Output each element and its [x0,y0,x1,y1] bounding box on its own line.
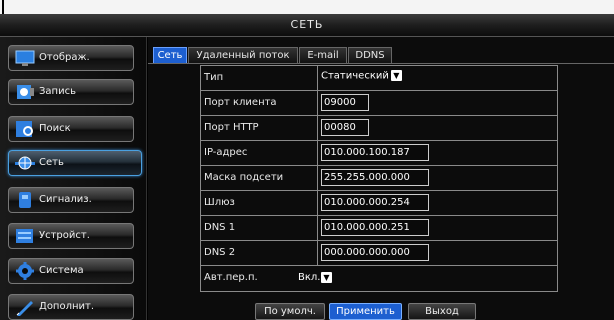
type-select[interactable]: Статический ▼ [321,70,402,82]
top-strip-notch [2,0,4,14]
auto-select-value[interactable]: Вкл. [298,272,320,283]
sidebar-item-label: Устройст. [39,230,90,241]
top-strip [0,0,614,14]
row-divider [317,191,318,215]
sidebar-item-display[interactable]: Отображ. [8,45,134,71]
chevron-down-icon[interactable]: ▼ [390,70,402,81]
form-row-dns2: DNS 2 000.000.000.000 [201,241,557,266]
title-bar: СЕТЬ [0,14,614,37]
exit-button[interactable]: Выход [408,303,476,320]
advanced-pen-icon [16,301,33,316]
row-divider [317,116,318,140]
sidebar-item-label: Запись [39,86,76,97]
subnet-mask-label: Маска подсети [204,172,284,183]
tab-remote-stream[interactable]: Удаленный поток [188,47,298,63]
system-gear-icon [16,262,34,280]
sidebar-item-label: Дополнит. [39,301,95,312]
dns2-label: DNS 2 [204,247,236,258]
row-divider [317,141,318,165]
network-settings-panel: Сеть Удаленный поток E-mail DDNS Тип Ста… [148,37,614,320]
sidebar-item-search[interactable]: Поиск [8,116,134,142]
dns2-input[interactable]: 000.000.000.000 [321,244,429,261]
row-divider [317,241,318,265]
http-port-input[interactable]: 00080 [321,119,369,136]
subnet-mask-input[interactable]: 255.255.000.000 [321,169,429,186]
sidebar-item-label: Система [39,265,84,276]
sidebar-item-device[interactable]: Устройст. [8,223,134,249]
window-title: СЕТЬ [290,18,324,31]
sidebar-item-label: Сигнализ. [39,194,92,205]
form-row-mask: Маска подсети 255.255.000.000 [201,166,557,191]
ip-label: IP-адрес [204,147,248,158]
monitor-icon [15,50,35,66]
sidebar-item-alarm[interactable]: Сигнализ. [8,187,134,213]
default-button[interactable]: По умолч. [255,303,325,320]
row-divider [317,91,318,115]
sidebar-item-system[interactable]: Система [8,258,134,284]
form-row-client-port: Порт клиента 09000 [201,91,557,116]
auto-label: Авт.пер.п. [204,272,258,283]
chevron-down-icon[interactable]: ▼ [321,272,332,283]
search-icon [16,121,33,137]
row-divider [317,66,318,90]
record-icon [17,85,34,99]
http-port-label: Порт HTTP [204,122,259,133]
sidebar-item-network[interactable]: Сеть [8,150,142,176]
tabs-underline [148,63,614,64]
form-row-ip: IP-адрес 010.000.100.187 [201,141,557,166]
sidebar-item-label: Поиск [39,123,71,134]
client-port-label: Порт клиента [204,97,277,108]
form-row-auto: Авт.пер.п. Вкл. ▼ [201,266,557,291]
tab-email[interactable]: E-mail [299,47,347,63]
sidebar-item-record[interactable]: Запись [8,79,134,105]
sidebar-item-label: Сеть [39,157,64,168]
tab-ddns[interactable]: DDNS [348,47,392,63]
sidebar: Отображ. Запись Поиск Сеть Сигнализ. Уст… [0,37,147,320]
device-icon [16,229,33,243]
form-row-type: Тип Статический ▼ [201,66,557,91]
form-row-gateway: Шлюз 010.000.000.254 [201,191,557,216]
form-row-http-port: Порт HTTP 00080 [201,116,557,141]
type-select-value: Статический [321,70,389,82]
alarm-icon [19,192,31,208]
row-divider [317,166,318,190]
form-row-dns1: DNS 1 010.000.000.251 [201,216,557,241]
tab-network[interactable]: Сеть [153,47,187,63]
client-port-input[interactable]: 09000 [321,94,369,111]
network-form: Тип Статический ▼ Порт клиента 09000 Порт… [200,65,558,292]
gateway-label: Шлюз [204,197,235,208]
network-globe-icon [15,156,35,170]
gateway-input[interactable]: 010.000.000.254 [321,194,429,211]
dns1-input[interactable]: 010.000.000.251 [321,219,429,236]
apply-button[interactable]: Применить [329,303,402,320]
dns1-label: DNS 1 [204,222,236,233]
ip-address-input[interactable]: 010.000.100.187 [321,144,429,161]
sidebar-item-advanced[interactable]: Дополнит. [8,294,134,320]
row-divider [317,216,318,240]
sidebar-item-label: Отображ. [39,52,90,63]
type-label: Тип [204,72,224,83]
